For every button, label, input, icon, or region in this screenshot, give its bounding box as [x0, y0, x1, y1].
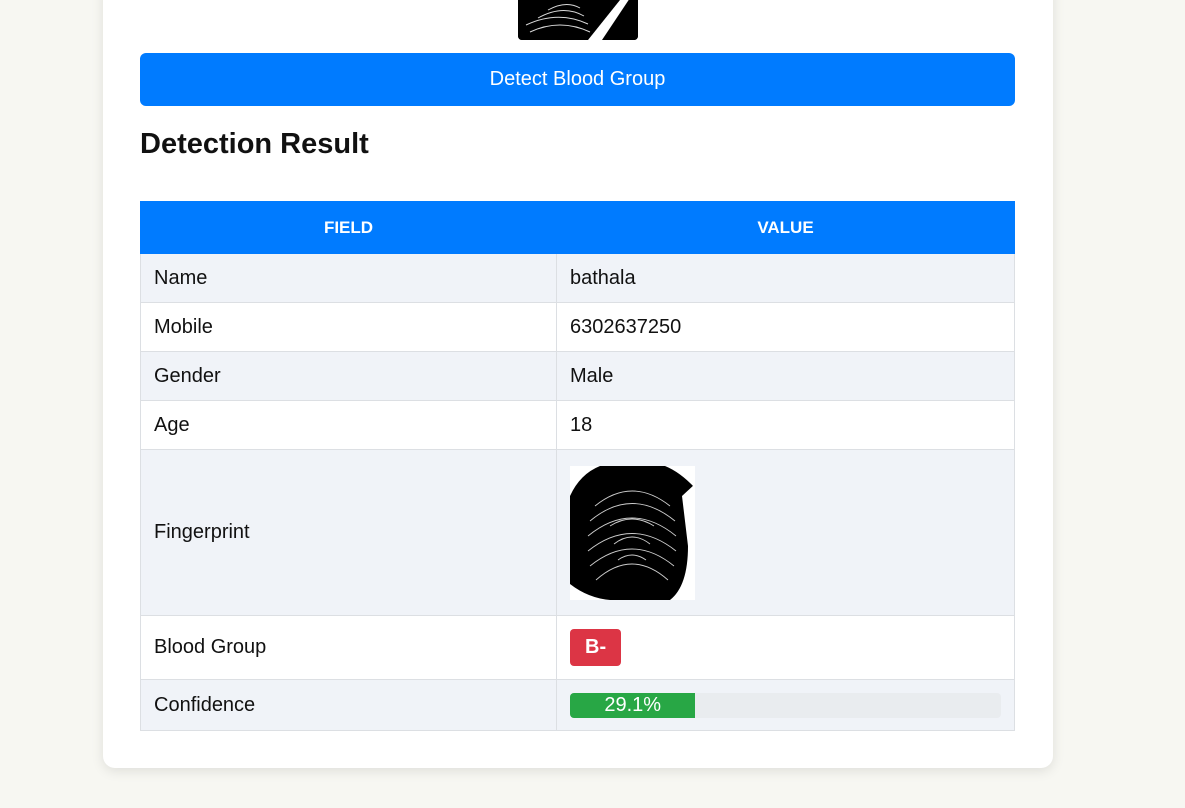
table-row: Gender Male: [140, 351, 1015, 401]
field-value-blood-group: B-: [556, 615, 1015, 680]
column-header-value: Value: [556, 201, 1015, 254]
table-row: Name bathala: [140, 253, 1015, 303]
field-value-fingerprint: [556, 449, 1015, 616]
uploaded-fingerprint-preview: [518, 0, 638, 40]
fingerprint-image: [570, 465, 695, 600]
field-label-fingerprint: Fingerprint: [140, 449, 557, 616]
field-value-confidence: 29.1%: [556, 679, 1015, 731]
detection-result-heading: Detection Result: [140, 128, 369, 160]
table-row: Confidence 29.1%: [140, 679, 1015, 731]
table-row: Age 18: [140, 400, 1015, 450]
table-row: Blood Group B-: [140, 615, 1015, 680]
field-label-name: Name: [140, 253, 557, 303]
detect-blood-group-button[interactable]: Detect Blood Group: [140, 53, 1015, 106]
field-value-mobile: 6302637250: [556, 302, 1015, 352]
table-row: Fingerprint: [140, 449, 1015, 616]
field-value-age: 18: [556, 400, 1015, 450]
column-header-field: Field: [140, 201, 557, 254]
result-table: Field Value Name bathala Mobile 63026372…: [140, 201, 1015, 731]
field-value-gender: Male: [556, 351, 1015, 401]
field-value-name: bathala: [556, 253, 1015, 303]
field-label-mobile: Mobile: [140, 302, 557, 352]
field-label-confidence: Confidence: [140, 679, 557, 731]
blood-group-badge: B-: [570, 629, 622, 666]
confidence-progress-fill: 29.1%: [570, 692, 696, 718]
field-label-age: Age: [140, 400, 557, 450]
table-header-row: Field Value: [140, 201, 1015, 254]
fingerprint-icon: [518, 0, 638, 40]
result-card: Detect Blood Group Detection Result Fiel…: [103, 0, 1053, 768]
field-label-blood-group: Blood Group: [140, 615, 557, 680]
confidence-progress-bar: 29.1%: [570, 692, 1001, 718]
field-label-gender: Gender: [140, 351, 557, 401]
table-row: Mobile 6302637250: [140, 302, 1015, 352]
